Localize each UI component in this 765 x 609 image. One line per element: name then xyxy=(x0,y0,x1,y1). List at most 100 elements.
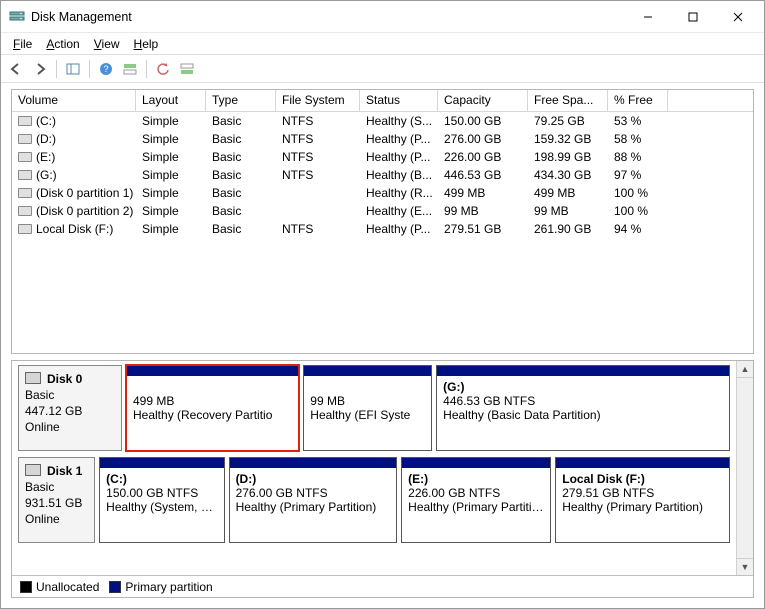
volume-name: Local Disk (F:) xyxy=(36,222,113,236)
cell-status: Healthy (R... xyxy=(360,186,438,200)
svg-text:?: ? xyxy=(103,64,108,74)
disk-name: Disk 0 xyxy=(47,372,115,386)
partition-header-bar xyxy=(230,458,397,468)
partition-size: 99 MB xyxy=(310,394,425,408)
cell-status: Healthy (P... xyxy=(360,222,438,236)
cell-type: Basic xyxy=(206,204,276,218)
disk-size: 931.51 GB xyxy=(25,496,88,510)
content-area: Volume Layout Type File System Status Ca… xyxy=(1,83,764,608)
partition[interactable]: (G:) 446.53 GB NTFS Healthy (Basic Data … xyxy=(436,365,730,451)
cell-pfree: 100 % xyxy=(608,204,668,218)
volume-row[interactable]: (E:)SimpleBasicNTFSHealthy (P...226.00 G… xyxy=(12,148,753,166)
help-button[interactable]: ? xyxy=(95,58,117,80)
disk-state: Online xyxy=(25,512,88,526)
drive-icon xyxy=(18,188,32,198)
menu-file[interactable]: File xyxy=(7,35,38,53)
cell-free: 79.25 GB xyxy=(528,114,608,128)
disk-header[interactable]: Disk 0 Basic 447.12 GB Online xyxy=(18,365,122,451)
column-filesystem[interactable]: File System xyxy=(276,90,360,111)
volume-row[interactable]: (Disk 0 partition 1)SimpleBasicHealthy (… xyxy=(12,184,753,202)
disk-name: Disk 1 xyxy=(47,464,88,478)
volume-row[interactable]: (D:)SimpleBasicNTFSHealthy (P...276.00 G… xyxy=(12,130,753,148)
column-layout[interactable]: Layout xyxy=(136,90,206,111)
forward-button[interactable] xyxy=(29,58,51,80)
column-status[interactable]: Status xyxy=(360,90,438,111)
close-button[interactable] xyxy=(715,2,760,32)
partition-status: Healthy (Primary Partition) xyxy=(408,500,544,514)
legend-swatch-primary xyxy=(109,581,121,593)
menu-view-label: iew xyxy=(102,37,120,51)
partition-header-bar xyxy=(127,366,298,376)
disk-management-window: Disk Management File Action View Help ? … xyxy=(0,0,765,609)
minimize-button[interactable] xyxy=(625,2,670,32)
scroll-up-button[interactable]: ▲ xyxy=(737,361,753,378)
menu-help[interactable]: Help xyxy=(128,35,165,53)
disk-header[interactable]: Disk 1 Basic 931.51 GB Online xyxy=(18,457,95,543)
legend-unallocated-label: Unallocated xyxy=(36,580,99,594)
cell-pfree: 53 % xyxy=(608,114,668,128)
partition-header-bar xyxy=(100,458,223,468)
volume-row[interactable]: (G:)SimpleBasicNTFSHealthy (B...446.53 G… xyxy=(12,166,753,184)
disk-partitions: (C:) 150.00 GB NTFS Healthy (System, Boo… xyxy=(95,457,730,543)
cell-type: Basic xyxy=(206,114,276,128)
scroll-down-button[interactable]: ▼ xyxy=(737,558,753,575)
cell-cap: 446.53 GB xyxy=(438,168,528,182)
partition[interactable]: (C:) 150.00 GB NTFS Healthy (System, Boo… xyxy=(99,457,224,543)
disk-type: Basic xyxy=(25,480,88,494)
partition[interactable]: 99 MB Healthy (EFI Syste xyxy=(303,365,432,451)
refresh-button[interactable] xyxy=(152,58,174,80)
cell-pfree: 94 % xyxy=(608,222,668,236)
cell-type: Basic xyxy=(206,222,276,236)
view-bottom-button[interactable] xyxy=(176,58,198,80)
column-freespace[interactable]: Free Spa... xyxy=(528,90,608,111)
volume-row[interactable]: Local Disk (F:)SimpleBasicNTFSHealthy (P… xyxy=(12,220,753,238)
cell-status: Healthy (P... xyxy=(360,132,438,146)
cell-volume: (G:) xyxy=(12,168,136,182)
volume-row[interactable]: (C:)SimpleBasicNTFSHealthy (S...150.00 G… xyxy=(12,112,753,130)
volume-row[interactable]: (Disk 0 partition 2)SimpleBasicHealthy (… xyxy=(12,202,753,220)
volume-name: (C:) xyxy=(36,114,56,128)
disk-icon xyxy=(25,372,41,384)
column-percent-free[interactable]: % Free xyxy=(608,90,668,111)
column-volume[interactable]: Volume xyxy=(12,90,136,111)
cell-fs: NTFS xyxy=(276,132,360,146)
drive-icon xyxy=(18,152,32,162)
menu-action[interactable]: Action xyxy=(40,35,85,53)
partition-body: (G:) 446.53 GB NTFS Healthy (Basic Data … xyxy=(437,376,729,450)
show-hide-tree-button[interactable] xyxy=(62,58,84,80)
column-type[interactable]: Type xyxy=(206,90,276,111)
volume-name: (Disk 0 partition 2) xyxy=(36,204,133,218)
column-capacity[interactable]: Capacity xyxy=(438,90,528,111)
partition[interactable]: (E:) 226.00 GB NTFS Healthy (Primary Par… xyxy=(401,457,551,543)
view-top-button[interactable] xyxy=(119,58,141,80)
volume-list: Volume Layout Type File System Status Ca… xyxy=(11,89,754,354)
drive-icon xyxy=(18,170,32,180)
back-button[interactable] xyxy=(5,58,27,80)
partition-header-bar xyxy=(402,458,550,468)
cell-layout: Simple xyxy=(136,150,206,164)
cell-status: Healthy (S... xyxy=(360,114,438,128)
partition-name: (C:) xyxy=(106,472,217,486)
partition-body: 99 MB Healthy (EFI Syste xyxy=(304,376,431,450)
cell-volume: (Disk 0 partition 2) xyxy=(12,204,136,218)
partition[interactable]: 499 MB Healthy (Recovery Partitio xyxy=(126,365,299,451)
partition-header-bar xyxy=(304,366,431,376)
partition[interactable]: (D:) 276.00 GB NTFS Healthy (Primary Par… xyxy=(229,457,398,543)
cell-volume: (Disk 0 partition 1) xyxy=(12,186,136,200)
menu-help-label: elp xyxy=(142,37,158,51)
partition[interactable]: Local Disk (F:) 279.51 GB NTFS Healthy (… xyxy=(555,457,730,543)
cell-volume: Local Disk (F:) xyxy=(12,222,136,236)
legend-swatch-unallocated xyxy=(20,581,32,593)
cell-cap: 499 MB xyxy=(438,186,528,200)
partition-status: Healthy (Basic Data Partition) xyxy=(443,408,723,422)
drive-icon xyxy=(18,134,32,144)
partition-name: (G:) xyxy=(443,380,723,394)
cell-layout: Simple xyxy=(136,204,206,218)
maximize-button[interactable] xyxy=(670,2,715,32)
cell-free: 261.90 GB xyxy=(528,222,608,236)
menu-view[interactable]: View xyxy=(88,35,126,53)
app-icon xyxy=(9,9,25,25)
window-controls xyxy=(625,2,760,32)
cell-volume: (D:) xyxy=(12,132,136,146)
vertical-scrollbar[interactable]: ▲ ▼ xyxy=(736,361,753,575)
